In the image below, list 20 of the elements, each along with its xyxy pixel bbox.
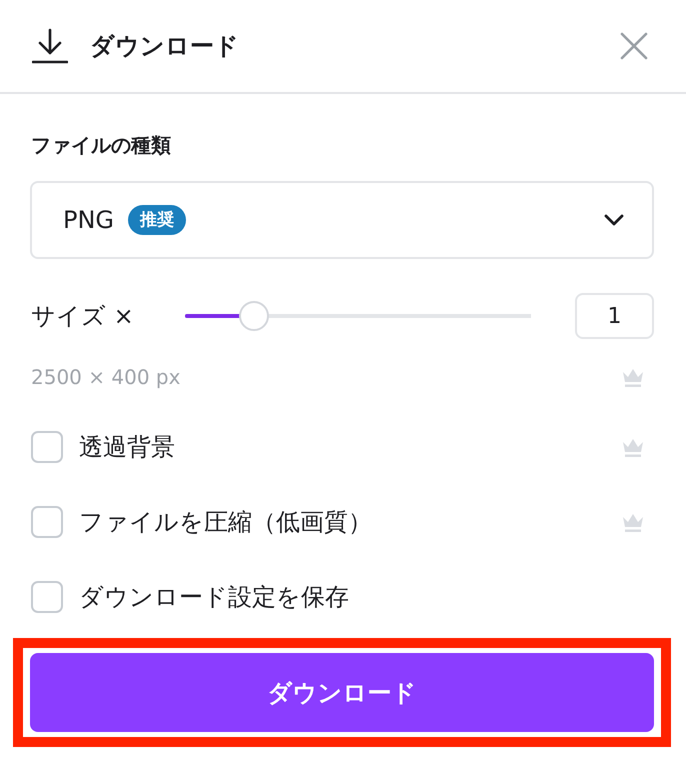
file-type-dropdown[interactable]: PNG 推奨 — [30, 181, 654, 259]
option-label: ファイルを圧縮（低画質） — [79, 510, 373, 534]
option-label: ダウンロード設定を保存 — [79, 585, 350, 609]
file-type-value: PNG — [63, 208, 114, 232]
option-label: 透過背景 — [79, 435, 176, 459]
file-type-label: ファイルの種類 — [30, 132, 172, 159]
dimensions-text: 2500 × 400 px — [31, 365, 182, 389]
scale-input[interactable]: 1 — [575, 293, 654, 339]
size-label: サイズ × — [30, 304, 135, 328]
close-icon — [620, 32, 648, 60]
checkbox[interactable] — [31, 581, 63, 613]
panel-title: ダウンロード — [90, 34, 240, 58]
checkbox[interactable] — [31, 431, 63, 463]
checkbox[interactable] — [31, 506, 63, 538]
chevron-down-icon — [604, 214, 624, 226]
close-button[interactable] — [620, 32, 648, 60]
recommended-badge: 推奨 — [128, 205, 186, 235]
slider-thumb[interactable] — [239, 301, 270, 331]
download-button[interactable]: ダウンロード — [30, 653, 654, 732]
download-icon — [32, 28, 68, 64]
